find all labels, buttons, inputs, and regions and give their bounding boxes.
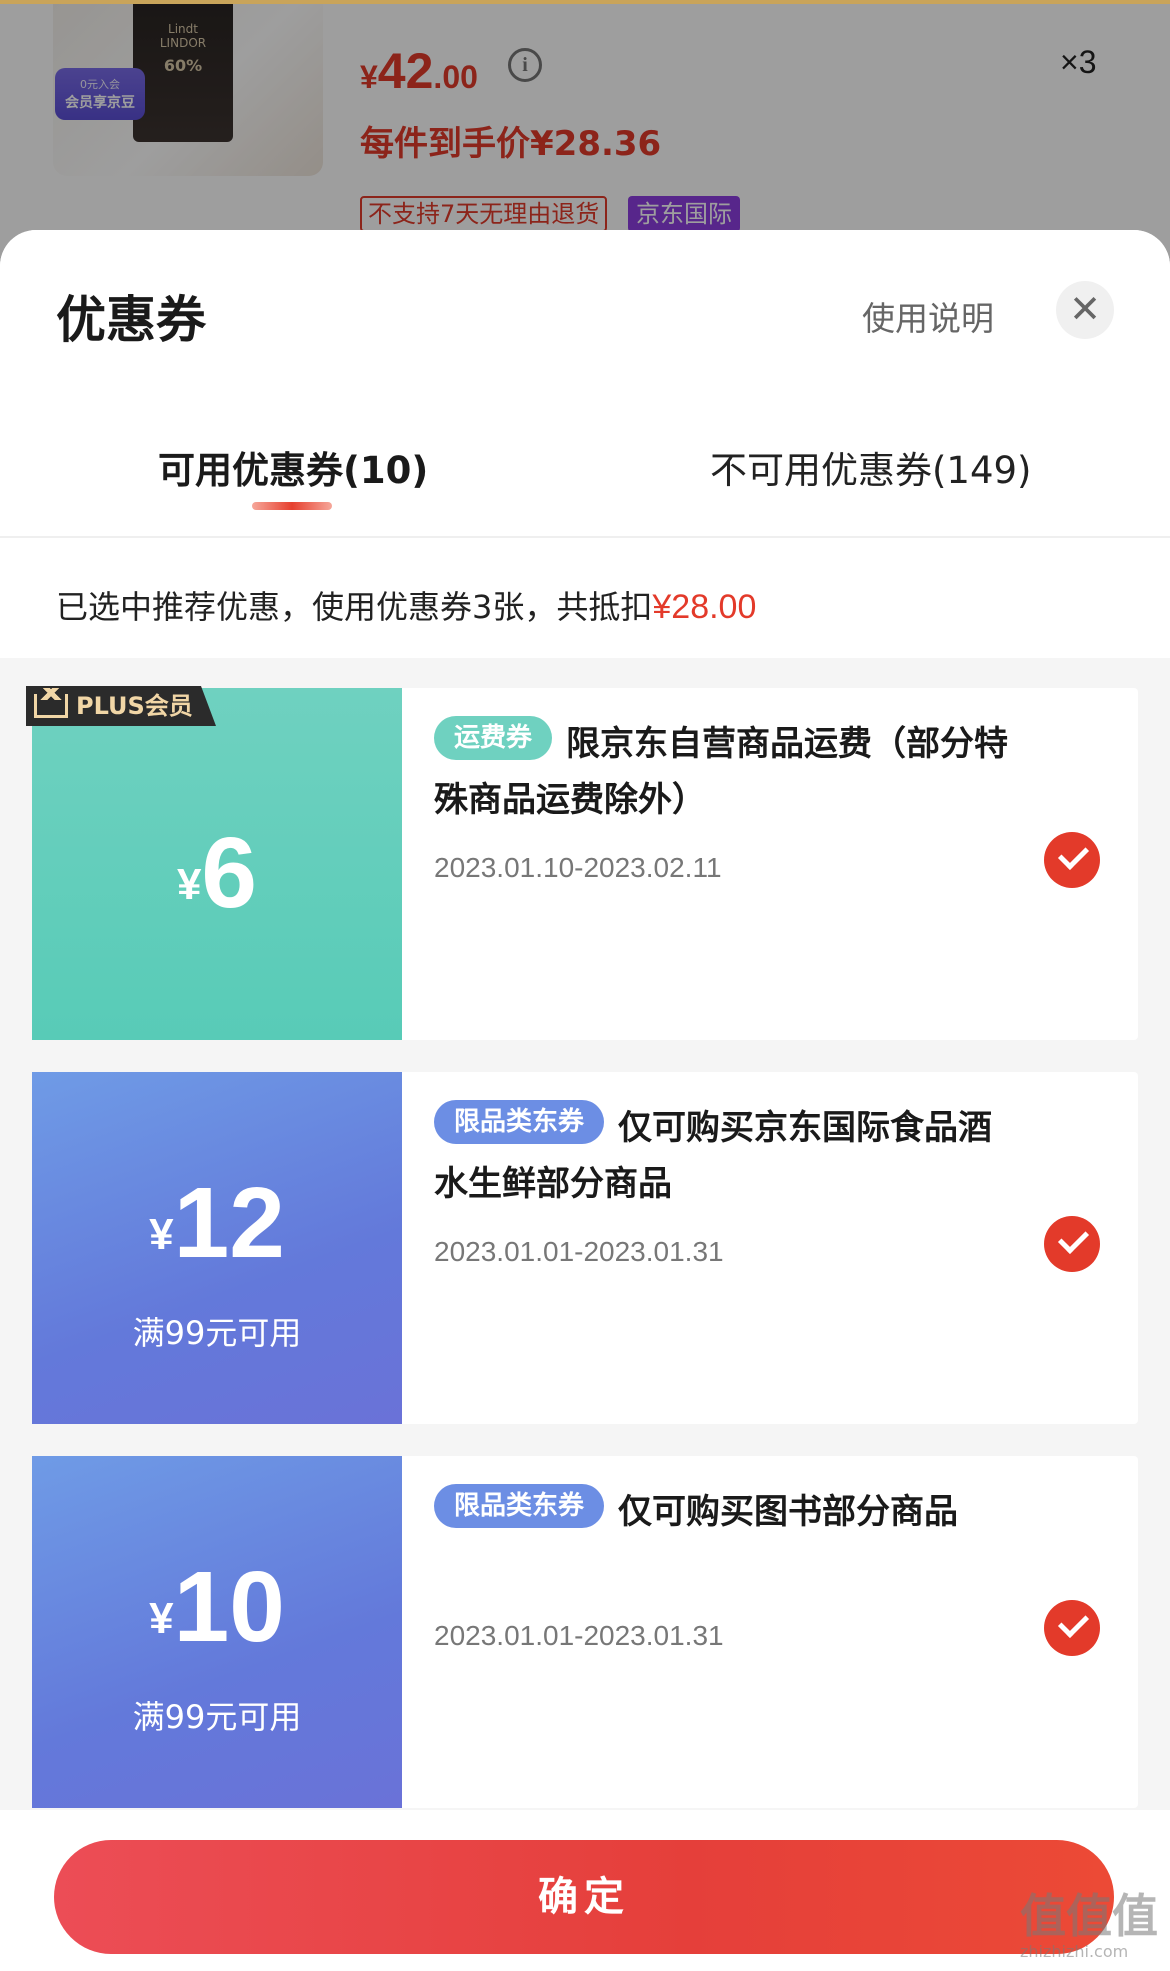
active-tab-indicator	[252, 502, 332, 510]
confirm-button[interactable]: 确定	[54, 1840, 1114, 1954]
coupon-currency: ¥	[149, 1594, 174, 1643]
watermark: 值值值 zhizhizhi.com	[1020, 1880, 1158, 1961]
coupon-amount: ¥12	[32, 1166, 402, 1281]
coupon-amount: ¥10	[32, 1550, 402, 1665]
selection-summary: 已选中推荐优惠，使用优惠券3张，共抵扣¥28.00	[0, 538, 1170, 658]
coupon-validity: 2023.01.01-2023.01.31	[434, 1236, 724, 1267]
coupon-currency: ¥	[176, 860, 202, 909]
coupon-validity: 2023.01.10-2023.02.11	[434, 852, 722, 883]
close-icon: ✕	[1069, 287, 1101, 331]
coupon-value-panel: ¥10 满99元可用	[26, 1456, 402, 1808]
coupon-details: 限品类东券 仅可购买图书部分商品	[434, 1484, 1054, 1540]
coupon-details: 限品类东券 仅可购买京东国际食品酒 水生鲜部分商品	[434, 1100, 1054, 1212]
tab-unavailable[interactable]: 不可用优惠券(149)	[710, 440, 1032, 494]
tab-available[interactable]: 可用优惠券(10)	[158, 440, 428, 494]
coupon-desc-line2: 殊商品运费除外）	[434, 780, 706, 820]
close-button[interactable]: ✕	[1056, 281, 1114, 339]
dim-overlay[interactable]	[0, 4, 1170, 264]
coupon-sheet: 优惠券 使用说明 ✕ 可用优惠券(10) 不可用优惠券(149) 已选中推荐优惠…	[0, 230, 1170, 1971]
checkmark-icon[interactable]	[1044, 832, 1100, 888]
checkmark-icon[interactable]	[1044, 1216, 1100, 1272]
plus-badge-label: PLUS会员	[76, 692, 193, 720]
watermark-text: 值值值	[1020, 1889, 1158, 1943]
sheet-footer: 确定	[0, 1810, 1170, 1971]
sheet-title: 优惠券	[56, 291, 206, 349]
coupon-validity: 2023.01.01-2023.01.31	[434, 1620, 724, 1651]
coupon-description: 运费券 限京东自营商品运费（部分特 殊商品运费除外）	[434, 716, 1054, 828]
crown-icon	[34, 688, 68, 718]
coupon-currency: ¥	[149, 1210, 174, 1259]
coupon-type-tag: 运费券	[434, 716, 553, 760]
coupon-card[interactable]: ¥10 满99元可用 限品类东券 仅可购买图书部分商品 2023.01.01-20…	[26, 1456, 1138, 1808]
coupon-description: 限品类东券 仅可购买图书部分商品	[434, 1484, 1054, 1540]
coupon-amount: ¥6	[32, 816, 402, 931]
watermark-domain: zhizhizhi.com	[1020, 1942, 1129, 1961]
coupon-value-panel: ¥6	[26, 688, 402, 1040]
coupon-value-panel: ¥12 满99元可用	[26, 1072, 402, 1424]
coupon-card[interactable]: ¥12 满99元可用 限品类东券 仅可购买京东国际食品酒 水生鲜部分商品 2023…	[26, 1072, 1138, 1424]
summary-amount: ¥28.00	[652, 588, 757, 626]
coupon-desc-line1: 限京东自营商品运费（部分特	[566, 724, 1009, 764]
coupon-amount-value: 10	[173, 1551, 285, 1663]
product-summary: Lindt LINDOR 60% 0元入会 会员享京豆 ¥42.00 i 每件到…	[0, 0, 1170, 264]
coupon-desc-line1: 仅可购买图书部分商品	[618, 1492, 959, 1532]
coupon-card[interactable]: ¥6 PLUS会员 运费券 限京东自营商品运费（部分特 殊商品运费除外） 2023…	[26, 686, 1138, 1040]
coupon-description: 限品类东券 仅可购买京东国际食品酒 水生鲜部分商品	[434, 1100, 1054, 1212]
coupon-amount-value: 12	[173, 1167, 285, 1279]
coupon-condition: 满99元可用	[132, 1698, 302, 1736]
coupon-desc-line2: 水生鲜部分商品	[434, 1164, 672, 1204]
checkmark-icon[interactable]	[1044, 1600, 1100, 1656]
coupon-condition: 满99元可用	[132, 1314, 302, 1352]
coupon-type-tag: 限品类东券	[434, 1484, 605, 1528]
coupon-details: 运费券 限京东自营商品运费（部分特 殊商品运费除外）	[434, 716, 1054, 828]
plus-member-badge: PLUS会员	[26, 686, 216, 726]
usage-instructions-link[interactable]: 使用说明	[862, 292, 994, 340]
sheet-header: 优惠券 使用说明 ✕ 可用优惠券(10) 不可用优惠券(149)	[0, 230, 1170, 538]
coupon-desc-line1: 仅可购买京东国际食品酒	[618, 1108, 993, 1148]
summary-text: 已选中推荐优惠，使用优惠券3张，共抵扣	[56, 588, 653, 626]
coupon-type-tag: 限品类东券	[434, 1100, 605, 1144]
coupon-amount-value: 6	[201, 817, 258, 929]
